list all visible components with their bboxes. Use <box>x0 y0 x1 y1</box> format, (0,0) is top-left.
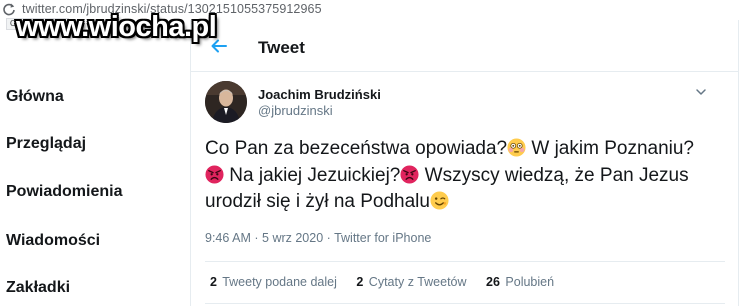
sidebar-item-notifications[interactable]: Powiadomienia <box>6 183 122 201</box>
likes-label: Polubień <box>505 275 555 289</box>
tweet-text-part: Na jakiej Jezuickiej? <box>224 164 401 186</box>
retweets-stat[interactable]: 2 Tweety podane dalej <box>210 275 337 289</box>
avatar[interactable] <box>205 81 247 123</box>
likes-count: 26 <box>486 275 500 289</box>
sidebar-item-messages[interactable]: Wiadomości <box>6 232 100 250</box>
tweet-time[interactable]: 9:46 AM <box>205 231 251 245</box>
quotes-count: 2 <box>356 275 364 289</box>
sidebar-item-explore[interactable]: Przeglądaj <box>6 135 86 153</box>
page-title: Tweet <box>258 38 305 57</box>
tweet-meta: 9:46 AM · 5 wrz 2020 · Twitter for iPhon… <box>205 231 431 245</box>
sidebar-item-bookmarks[interactable]: Zakładki <box>6 279 70 297</box>
winking-face-icon <box>430 191 449 210</box>
tweet-date[interactable]: 5 wrz 2020 <box>262 231 323 245</box>
column-border-right <box>738 20 739 306</box>
meta-separator: · <box>254 231 259 245</box>
angry-face-icon <box>205 164 224 184</box>
tweet-text-part: W jakim Poznaniu? <box>526 138 694 159</box>
watermark-logo: www.wiocha.pl <box>16 11 217 43</box>
divider <box>205 261 725 262</box>
flushed-face-icon <box>507 138 526 157</box>
tweet-text: Co Pan za bezeceństwa opowiada? W jakim … <box>205 136 695 216</box>
meta-separator: · <box>326 231 331 245</box>
quotes-stat[interactable]: 2 Cytaty z Tweetów <box>356 275 466 289</box>
angry-face-icon <box>400 164 419 184</box>
tweet-source[interactable]: Twitter for iPhone <box>334 231 431 245</box>
sidebar-item-home[interactable]: Główna <box>6 88 64 106</box>
chevron-down-icon[interactable] <box>695 86 707 98</box>
tweet-stats: 2 Tweety podane dalej 2 Cytaty z Tweetów… <box>210 275 570 289</box>
quotes-label: Cytaty z Tweetów <box>368 275 467 289</box>
divider <box>205 303 725 304</box>
retweets-count: 2 <box>210 275 217 289</box>
sidebar-nav: Główna Przeglądaj Powiadomienia Wiadomoś… <box>0 20 190 306</box>
reload-icon[interactable] <box>2 2 16 16</box>
author-name[interactable]: Joachim Brudziński <box>258 87 381 102</box>
retweets-label: Tweety podane dalej <box>222 275 337 289</box>
likes-stat[interactable]: 26 Polubień <box>486 275 554 289</box>
tweet-text-part: Co Pan za bezeceństwa opowiada? <box>205 138 508 159</box>
author-handle[interactable]: @jbrudzinski <box>258 103 333 118</box>
tweet-header: Tweet <box>191 20 738 72</box>
